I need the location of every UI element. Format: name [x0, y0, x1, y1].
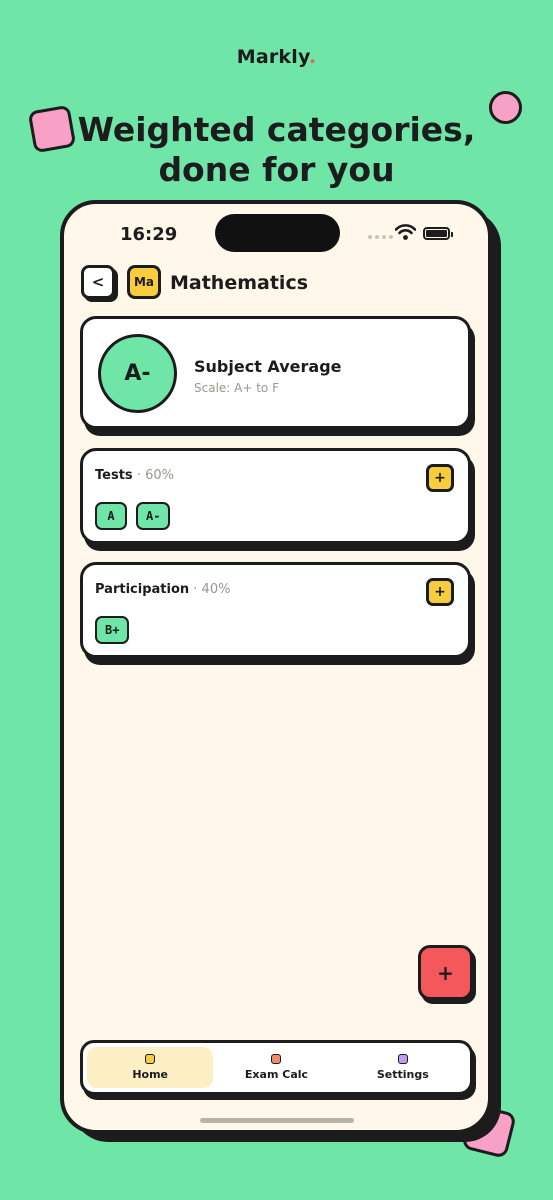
- brand-dot: .: [308, 46, 317, 68]
- battery-icon: [423, 227, 453, 240]
- headline-line-1: Weighted categories,: [77, 110, 476, 149]
- category-title: Participation · 40%: [95, 582, 230, 597]
- add-category-button[interactable]: +: [418, 945, 473, 1000]
- tab-label: Settings: [376, 1068, 429, 1081]
- tab-exam-calc[interactable]: Exam Calc: [213, 1047, 339, 1088]
- settings-icon: [397, 1054, 408, 1064]
- home-indicator: [200, 1118, 354, 1123]
- wifi-icon: [395, 224, 416, 240]
- subject-average-card: A- Subject Average Scale: A+ to F: [80, 316, 471, 429]
- grade-chip-list: B+: [95, 616, 130, 644]
- signal-icon: [368, 235, 393, 239]
- tab-home[interactable]: Home: [87, 1047, 214, 1088]
- plus-icon: +: [434, 470, 446, 486]
- category-separator: ·: [132, 468, 146, 483]
- add-grade-button[interactable]: +: [426, 578, 454, 606]
- average-grade-circle: A-: [98, 334, 177, 413]
- headline-line-2: done for you: [158, 150, 395, 189]
- category-weight: 60%: [145, 468, 174, 483]
- back-icon: <: [91, 273, 105, 291]
- brand-logo: Markly.: [0, 46, 553, 68]
- tab-label: Home: [132, 1068, 168, 1081]
- category-name: Participation: [95, 582, 190, 597]
- home-icon: [145, 1054, 156, 1064]
- status-time: 16:29: [120, 224, 178, 245]
- category-title: Tests · 60%: [95, 468, 174, 483]
- tab-settings[interactable]: Settings: [340, 1047, 466, 1088]
- category-card-tests[interactable]: Tests · 60% + A A-: [80, 448, 471, 544]
- back-button[interactable]: <: [81, 265, 115, 299]
- add-grade-button[interactable]: +: [426, 464, 454, 492]
- average-scale: Scale: A+ to F: [194, 381, 279, 395]
- phone-frame: 16:29 < Ma Mathematics A- Subject Averag…: [60, 200, 492, 1134]
- grade-chip-list: A A-: [95, 502, 171, 530]
- plus-icon: +: [437, 960, 454, 985]
- category-name: Tests: [95, 468, 133, 483]
- plus-icon: +: [434, 584, 446, 600]
- headline: Weighted categories, done for you: [0, 110, 553, 190]
- category-card-participation[interactable]: Participation · 40% + B+: [80, 562, 471, 658]
- subject-badge: Ma: [127, 265, 161, 299]
- category-weight: 40%: [201, 582, 231, 597]
- calculator-icon: [271, 1054, 282, 1064]
- subject-abbreviation: Ma: [133, 275, 155, 289]
- dynamic-island: [215, 214, 340, 252]
- tab-label: Exam Calc: [244, 1068, 309, 1081]
- average-grade: A-: [124, 361, 151, 386]
- marketing-screen: Markly. Weighted categories, done for yo…: [0, 0, 553, 1200]
- category-separator: ·: [189, 582, 202, 597]
- grade-chip[interactable]: A: [95, 502, 127, 530]
- decorative-circle: [489, 91, 522, 124]
- tab-bar: Home Exam Calc Settings: [80, 1040, 473, 1095]
- average-label: Subject Average: [194, 357, 342, 376]
- decorative-square: [27, 104, 77, 154]
- brand-name: Markly: [236, 46, 309, 68]
- grade-chip[interactable]: B+: [95, 616, 130, 644]
- grade-chip[interactable]: A-: [136, 502, 171, 530]
- page-title: Mathematics: [170, 272, 309, 294]
